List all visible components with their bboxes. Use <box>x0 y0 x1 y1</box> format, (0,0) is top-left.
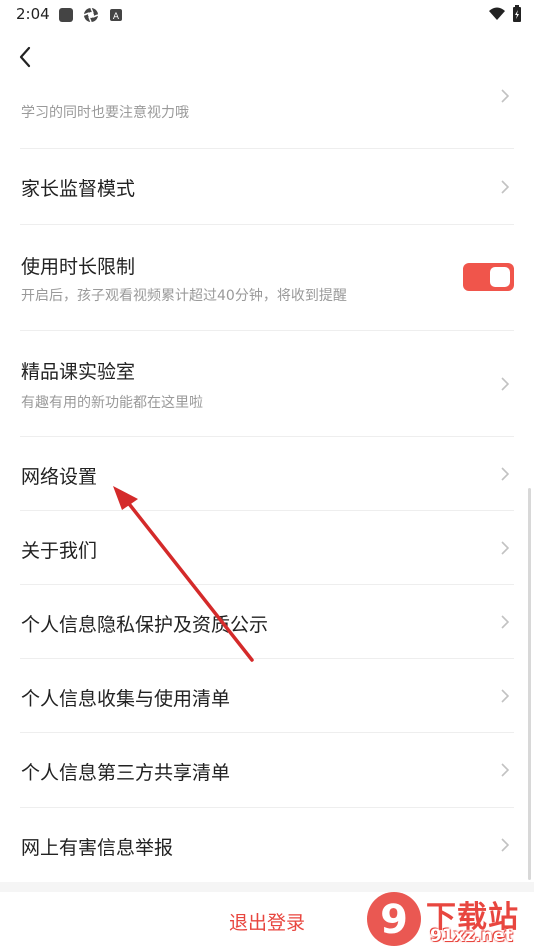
chevron-right-icon <box>500 614 510 629</box>
watermark-domain: 91xz.net <box>430 926 513 946</box>
chevron-left-icon <box>18 46 32 72</box>
settings-item-subtitle: 开启后，孩子观看视频累计超过40分钟，将收到提醒 <box>21 288 347 304</box>
square-notification-icon <box>58 7 74 23</box>
svg-text:9: 9 <box>380 897 408 943</box>
chevron-right-icon <box>500 466 510 481</box>
a-app-icon: A <box>108 7 124 23</box>
settings-item-privacy[interactable]: 个人信息隐私保护及资质公示 <box>0 585 534 658</box>
settings-item-title: 个人信息隐私保护及资质公示 <box>21 614 269 636</box>
chevron-right-icon <box>500 376 510 391</box>
wifi-icon <box>488 6 506 26</box>
status-time: 2:04 <box>16 5 50 23</box>
settings-item-eye-care[interactable]: 学习的同时也要注意视力哦 <box>0 80 534 148</box>
back-button[interactable] <box>12 44 38 74</box>
scrollbar[interactable] <box>528 488 531 880</box>
aperture-icon <box>83 7 99 23</box>
settings-item-subtitle: 学习的同时也要注意视力哦 <box>21 105 189 121</box>
svg-text:A: A <box>113 12 120 22</box>
chevron-right-icon <box>500 762 510 777</box>
settings-item-title: 家长监督模式 <box>21 178 136 200</box>
settings-item-title: 关于我们 <box>21 540 98 562</box>
settings-item-lab[interactable]: 精品课实验室 有趣有用的新功能都在这里啦 <box>0 331 534 436</box>
settings-item-report[interactable]: 网上有害信息举报 <box>0 808 534 882</box>
settings-item-parent-supervision[interactable]: 家长监督模式 <box>0 149 534 224</box>
watermark: 9 下载站 91xz.net <box>364 888 534 950</box>
chevron-right-icon <box>500 540 510 555</box>
settings-item-third-party[interactable]: 个人信息第三方共享清单 <box>0 733 534 807</box>
battery-icon <box>512 5 522 27</box>
chevron-right-icon <box>500 88 510 103</box>
chevron-right-icon <box>500 688 510 703</box>
settings-item-title: 使用时长限制 <box>21 256 136 278</box>
settings-item-title: 个人信息第三方共享清单 <box>21 762 231 784</box>
settings-item-usage-limit: 使用时长限制 开启后，孩子观看视频累计超过40分钟，将收到提醒 <box>0 225 534 330</box>
chevron-right-icon <box>500 837 510 852</box>
settings-item-title: 网上有害信息举报 <box>21 837 174 859</box>
status-bar: 2:04 A <box>0 0 534 30</box>
settings-item-info-collection[interactable]: 个人信息收集与使用清单 <box>0 659 534 732</box>
settings-item-about[interactable]: 关于我们 <box>0 511 534 584</box>
settings-item-network[interactable]: 网络设置 <box>0 437 534 510</box>
usage-limit-toggle[interactable] <box>463 263 514 291</box>
toggle-knob <box>490 267 510 287</box>
settings-item-subtitle: 有趣有用的新功能都在这里啦 <box>21 395 203 411</box>
settings-item-title: 网络设置 <box>21 466 98 488</box>
chevron-right-icon <box>500 179 510 194</box>
settings-item-title: 精品课实验室 <box>21 361 136 383</box>
watermark-logo-icon: 9 <box>367 892 421 946</box>
settings-item-title: 个人信息收集与使用清单 <box>21 688 231 710</box>
